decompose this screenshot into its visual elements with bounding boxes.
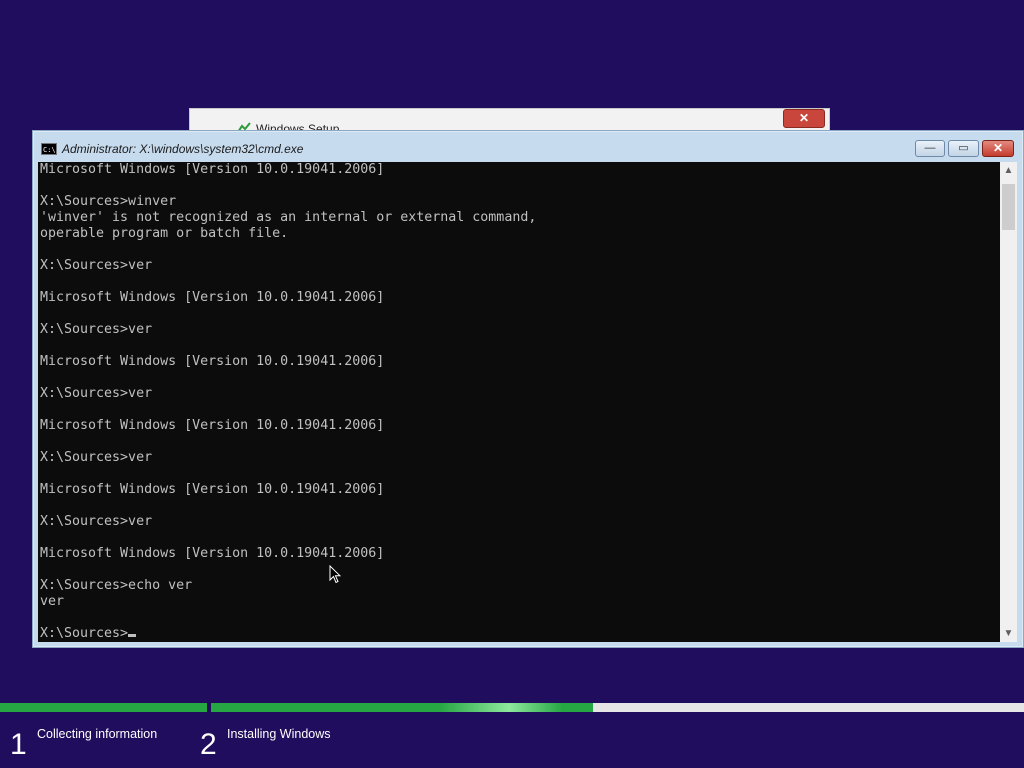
step-label: Installing Windows xyxy=(227,727,331,741)
console-line: X:\Sources>winver xyxy=(40,194,177,209)
cmd-window-title: Administrator: X:\windows\system32\cmd.e… xyxy=(62,142,304,156)
progress-step1-fill xyxy=(0,703,207,712)
minimize-button[interactable]: — xyxy=(915,140,945,157)
console-line: Microsoft Windows [Version 10.0.19041.20… xyxy=(40,418,385,433)
console-line: Microsoft Windows [Version 10.0.19041.20… xyxy=(40,162,385,177)
console-prompt: X:\Sources> xyxy=(40,626,129,641)
console-line: X:\Sources>echo ver xyxy=(40,578,193,593)
console-line: operable program or batch file. xyxy=(40,226,289,241)
setup-close-button[interactable]: ✕ xyxy=(783,109,825,128)
console-line: Microsoft Windows [Version 10.0.19041.20… xyxy=(40,546,385,561)
console-line: X:\Sources>ver xyxy=(40,258,153,273)
scroll-down-arrow-icon[interactable]: ▼ xyxy=(1000,625,1017,642)
console-line: ver xyxy=(40,594,65,609)
console-line: X:\Sources>ver xyxy=(40,386,153,401)
cmd-window[interactable]: C:\ Administrator: X:\windows\system32\c… xyxy=(32,130,1024,648)
setup-progress-bar xyxy=(0,703,1024,712)
console-line: Microsoft Windows [Version 10.0.19041.20… xyxy=(40,482,385,497)
console-line: Microsoft Windows [Version 10.0.19041.20… xyxy=(40,290,385,305)
console-line: 'winver' is not recognized as an interna… xyxy=(40,210,537,225)
scroll-up-arrow-icon[interactable]: ▲ xyxy=(1000,162,1017,179)
maximize-button[interactable]: ▭ xyxy=(948,140,979,157)
text-cursor xyxy=(128,634,137,637)
vertical-scrollbar[interactable]: ▲ ▼ xyxy=(1000,162,1017,642)
scrollbar-thumb[interactable] xyxy=(1002,184,1015,230)
console-output[interactable]: Microsoft Windows [Version 10.0.19041.20… xyxy=(38,162,1000,642)
step-number: 1 xyxy=(10,728,27,761)
cmd-icon: C:\ xyxy=(41,143,57,155)
console-line: X:\Sources>ver xyxy=(40,322,153,337)
console-line: Microsoft Windows [Version 10.0.19041.20… xyxy=(40,354,385,369)
console-prompt-line[interactable]: X:\Sources> xyxy=(38,626,1000,642)
mouse-pointer-icon xyxy=(329,565,341,584)
cmd-titlebar[interactable]: C:\ Administrator: X:\windows\system32\c… xyxy=(33,131,1023,162)
close-button[interactable]: ✕ xyxy=(982,140,1014,157)
progress-step2-fill xyxy=(211,703,593,712)
step-number: 2 xyxy=(200,728,217,761)
console-line: X:\Sources>ver xyxy=(40,450,153,465)
console-line: X:\Sources>ver xyxy=(40,514,153,529)
step-label: Collecting information xyxy=(37,727,158,741)
